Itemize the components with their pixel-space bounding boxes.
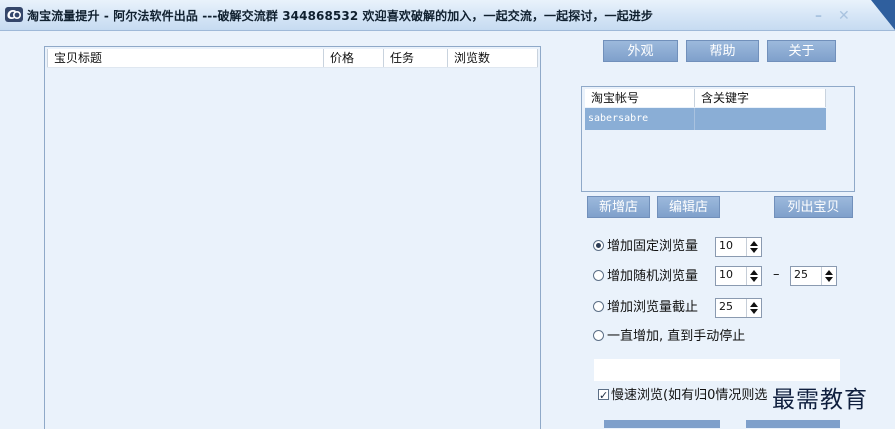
- random-max-spin-arrows[interactable]: [821, 267, 836, 285]
- product-list[interactable]: 宝贝标题 价格 任务 浏览数: [44, 46, 541, 429]
- random-min-spin-arrows[interactable]: [746, 267, 761, 285]
- help-button[interactable]: 帮助: [686, 40, 759, 62]
- spin-up-icon: [750, 302, 758, 307]
- app-logo-icon: C: [5, 7, 23, 22]
- close-button[interactable]: ✕: [838, 8, 850, 24]
- range-separator: –: [773, 267, 780, 282]
- product-list-header: 宝贝标题 价格 任务 浏览数: [47, 49, 538, 68]
- option-random-views[interactable]: 增加随机浏览量: [593, 267, 698, 287]
- spin-down-icon: [750, 277, 758, 282]
- title-bar: C 淘宝流量提升 - 阿尔法软件出品 ---破解交流群 344868532 欢迎…: [0, 0, 895, 31]
- title-corner-decoration: [871, 0, 895, 30]
- column-keyword[interactable]: 含关键字: [695, 89, 826, 107]
- fixed-views-spinner[interactable]: 10: [715, 237, 762, 257]
- spin-down-icon: [750, 309, 758, 314]
- label-continuous: 一直增加, 直到手动停止: [607, 329, 746, 344]
- label-views-cutoff: 增加浏览量截止: [607, 300, 699, 315]
- cutoff-spin-arrows[interactable]: [746, 299, 761, 317]
- account-list-header: 淘宝帐号 含关键字: [585, 89, 826, 107]
- spin-down-icon: [750, 248, 758, 253]
- option-views-cutoff[interactable]: 增加浏览量截止: [593, 298, 698, 318]
- slow-browse-label: 慢速浏览(如有归0情况则选: [611, 388, 768, 403]
- spin-up-icon: [750, 270, 758, 275]
- random-max-spinner[interactable]: 25: [790, 266, 837, 286]
- label-random-views: 增加随机浏览量: [607, 269, 699, 284]
- watermark-text: 最需教育: [772, 387, 868, 413]
- label-fixed-views: 增加固定浏览量: [607, 239, 699, 254]
- bottom-right-button[interactable]: [746, 420, 840, 428]
- account-keyword-cell: [695, 108, 826, 130]
- spin-down-icon: [825, 277, 833, 282]
- fixed-views-spin-arrows[interactable]: [746, 238, 761, 256]
- edit-shop-button[interactable]: 编辑店: [657, 196, 720, 218]
- about-button[interactable]: 关于: [767, 40, 836, 62]
- column-taobao-account[interactable]: 淘宝帐号: [585, 89, 695, 107]
- add-shop-button[interactable]: 新增店: [587, 196, 650, 218]
- minimize-button[interactable]: –: [815, 8, 822, 24]
- cutoff-value: 25: [719, 300, 733, 313]
- column-price[interactable]: 价格: [324, 49, 384, 67]
- column-views[interactable]: 浏览数: [448, 49, 538, 67]
- radio-continuous[interactable]: [593, 330, 604, 341]
- account-list[interactable]: 淘宝帐号 含关键字 sabersabre: [581, 86, 855, 192]
- bottom-left-button[interactable]: [604, 420, 720, 428]
- option-fixed-views[interactable]: 增加固定浏览量: [593, 237, 698, 257]
- random-min-spinner[interactable]: 10: [715, 266, 762, 286]
- account-row[interactable]: sabersabre: [585, 108, 826, 130]
- spin-up-icon: [750, 241, 758, 246]
- status-text-field[interactable]: [594, 359, 840, 381]
- column-product-title[interactable]: 宝贝标题: [47, 49, 324, 67]
- window-title: 淘宝流量提升 - 阿尔法软件出品 ---破解交流群 344868532 欢迎喜欢…: [27, 9, 653, 23]
- random-min-value: 10: [719, 268, 733, 281]
- slow-browse-checkbox[interactable]: [598, 386, 609, 406]
- appearance-button[interactable]: 外观: [603, 40, 678, 62]
- radio-random-views[interactable]: [593, 270, 604, 281]
- account-name-cell: sabersabre: [585, 108, 695, 130]
- radio-views-cutoff[interactable]: [593, 301, 604, 312]
- radio-fixed-views[interactable]: [593, 240, 604, 251]
- spin-up-icon: [825, 270, 833, 275]
- column-task[interactable]: 任务: [384, 49, 448, 67]
- option-continuous[interactable]: 一直增加, 直到手动停止: [593, 327, 745, 347]
- svg-text:C: C: [7, 8, 16, 22]
- cutoff-spinner[interactable]: 25: [715, 298, 762, 318]
- random-max-value: 25: [794, 268, 808, 281]
- list-items-button[interactable]: 列出宝贝: [774, 196, 853, 218]
- slow-browse-option[interactable]: 慢速浏览(如有归0情况则选: [598, 386, 767, 406]
- fixed-views-value: 10: [719, 239, 733, 252]
